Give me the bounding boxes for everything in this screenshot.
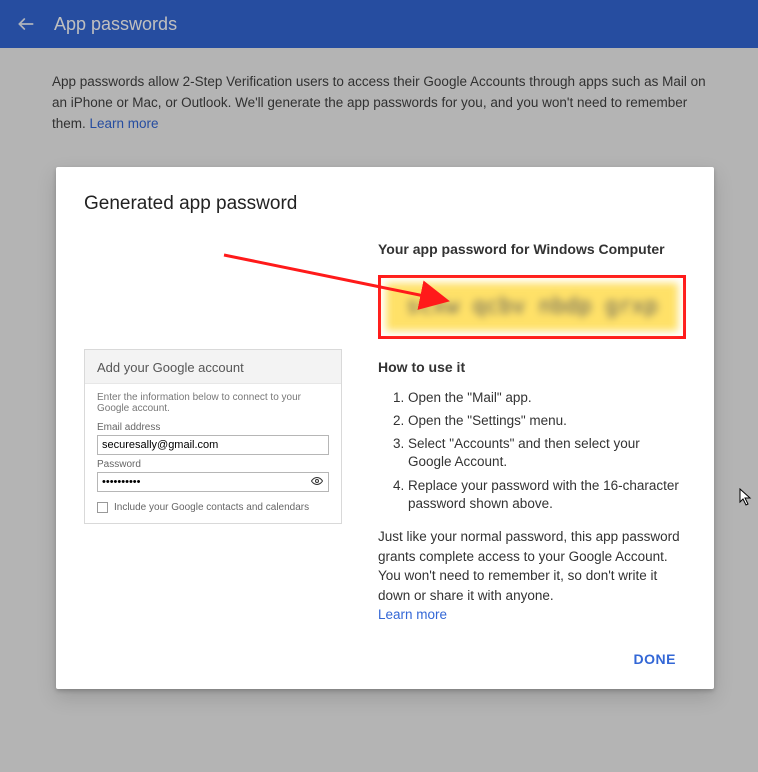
intro-learn-more-link[interactable]: Learn more [90,116,159,131]
note-body: Just like your normal password, this app… [378,529,680,603]
modal-card: Generated app password Add your Google a… [56,167,714,689]
steps-list: Open the "Mail" app. Open the "Settings"… [378,389,686,513]
reveal-password-icon[interactable] [311,475,323,490]
email-field[interactable] [97,435,329,455]
note-learn-more-link[interactable]: Learn more [378,607,447,622]
password-label: Password [97,459,329,470]
step-item: Open the "Mail" app. [408,389,686,407]
add-account-title: Add your Google account [85,350,341,384]
include-contacts-checkbox[interactable]: Include your Google contacts and calenda… [97,502,329,513]
back-arrow-icon[interactable] [16,14,36,34]
step-item: Select "Accounts" and then select your G… [408,435,686,471]
step-item: Open the "Settings" menu. [408,412,686,430]
how-to-title: How to use it [378,359,686,375]
page-title: App passwords [54,14,177,35]
password-field[interactable] [97,472,329,492]
checkbox-label: Include your Google contacts and calenda… [114,502,309,513]
generated-password: scxw qcbv nbdp grxp [386,283,678,331]
right-column: Your app password for Windows Computer s… [378,241,686,667]
card-title: Generated app password [84,193,686,215]
intro-text: App passwords allow 2-Step Verification … [0,48,758,149]
note-text: Just like your normal password, this app… [378,527,686,625]
add-account-panel: Add your Google account Enter the inform… [84,349,342,524]
left-column: Add your Google account Enter the inform… [84,241,342,667]
checkbox-icon [97,502,108,513]
topbar: App passwords [0,0,758,48]
done-button[interactable]: DONE [624,645,686,673]
email-label: Email address [97,422,329,433]
password-box-frame: scxw qcbv nbdp grxp [378,275,686,339]
step-item: Replace your password with the 16-charac… [408,477,686,513]
add-account-subtitle: Enter the information below to connect t… [97,392,329,414]
mouse-cursor-icon [739,488,753,511]
password-for-heading: Your app password for Windows Computer [378,241,686,257]
